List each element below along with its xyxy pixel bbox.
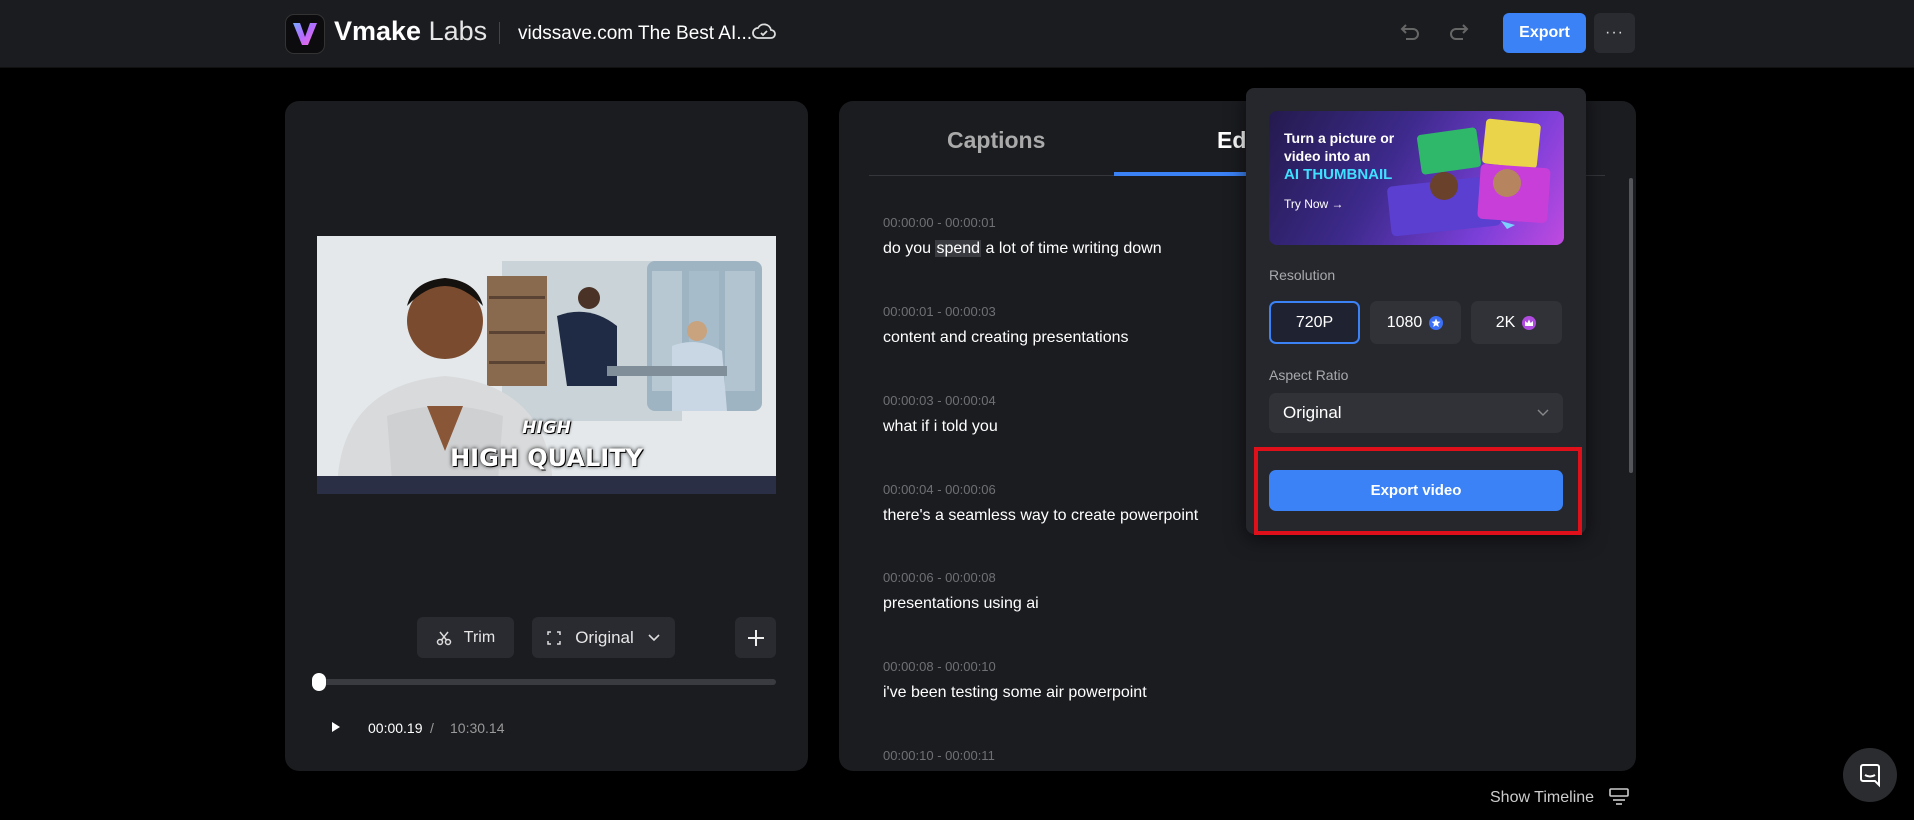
promo-line-3: AI THUMBNAIL bbox=[1284, 166, 1393, 183]
aspect-ratio-select-value: Original bbox=[1283, 403, 1342, 422]
aspect-ratio-label: Original bbox=[575, 627, 634, 647]
project-title[interactable]: vidssave.com The Best AI... bbox=[518, 23, 752, 45]
vmake-logo-icon[interactable] bbox=[285, 14, 325, 54]
caption-text[interactable]: there's a seamless way to create powerpo… bbox=[883, 507, 1198, 525]
caption-item[interactable]: 00:00:10 - 00:00:11 bbox=[883, 748, 995, 763]
aspect-ratio-select[interactable]: Original bbox=[1269, 393, 1563, 433]
resolution-2k-label: 2K bbox=[1495, 313, 1516, 331]
show-timeline-toggle[interactable]: Show Timeline bbox=[1490, 789, 1594, 807]
caption-timestamp: 00:00:00 - 00:00:01 bbox=[883, 215, 996, 230]
timeline-icon[interactable] bbox=[1608, 787, 1630, 812]
video-preview[interactable]: HIGH HIGH QUALITY bbox=[317, 236, 776, 494]
caption-item[interactable]: 00:00:01 - 00:00:03 content and creating… bbox=[883, 304, 1129, 347]
caption-item[interactable]: 00:00:03 - 00:00:04 what if i told you bbox=[883, 393, 998, 436]
try-now-link[interactable]: Try Now → bbox=[1284, 197, 1344, 211]
premium-crown-icon bbox=[1522, 315, 1537, 330]
playback-progress-bar[interactable] bbox=[317, 679, 776, 685]
resolution-option-2k[interactable]: 2K bbox=[1471, 301, 1562, 344]
caption-timestamp: 00:00:06 - 00:00:08 bbox=[883, 570, 996, 585]
promo-line-2: video into an bbox=[1284, 148, 1371, 164]
caption-text[interactable]: content and creating presentations bbox=[883, 329, 1129, 347]
caption-timestamp: 00:00:03 - 00:00:04 bbox=[883, 393, 996, 408]
current-time: 00:00.19 bbox=[368, 720, 423, 736]
aspect-ratio-dropdown[interactable]: Original bbox=[532, 617, 675, 658]
redo-icon[interactable] bbox=[1447, 21, 1471, 48]
caption-item[interactable]: 00:00:00 - 00:00:01 do you spend a lot o… bbox=[883, 215, 1162, 258]
scissors-icon bbox=[436, 631, 452, 645]
resolution-option-1080[interactable]: 1080 bbox=[1370, 301, 1461, 344]
video-caption-big: HIGH QUALITY bbox=[450, 444, 643, 472]
support-chat-button[interactable] bbox=[1843, 748, 1897, 802]
caption-item[interactable]: 00:00:08 - 00:00:10 i've been testing so… bbox=[883, 659, 1147, 702]
header-divider bbox=[499, 22, 500, 44]
total-time: 10:30.14 bbox=[450, 720, 505, 736]
active-tab-indicator bbox=[1114, 172, 1250, 176]
highlight-annotation-box bbox=[1254, 447, 1582, 535]
tab-captions[interactable]: Captions bbox=[947, 127, 1045, 154]
logo-light: Labs bbox=[421, 16, 488, 46]
chevron-down-icon bbox=[1537, 409, 1549, 416]
logo-bold: Vmake bbox=[334, 16, 422, 46]
undo-icon[interactable] bbox=[1398, 21, 1422, 48]
resolution-label: Resolution bbox=[1269, 267, 1336, 283]
promo-line-1: Turn a picture or bbox=[1284, 130, 1395, 146]
play-icon[interactable] bbox=[330, 720, 342, 739]
cloud-sync-icon[interactable] bbox=[752, 21, 776, 48]
caption-timestamp: 00:00:08 - 00:00:10 bbox=[883, 659, 996, 674]
caption-timestamp: 00:00:01 - 00:00:03 bbox=[883, 304, 996, 319]
trim-button[interactable]: Trim bbox=[417, 617, 514, 658]
caption-highlighted-word[interactable]: spend bbox=[935, 240, 982, 257]
resolution-720p-label: 720P bbox=[1295, 313, 1334, 331]
resolution-1080-label: 1080 bbox=[1386, 313, 1423, 331]
caption-text[interactable]: i've been testing some air powerpoint bbox=[883, 684, 1147, 702]
export-button[interactable]: Export bbox=[1503, 13, 1586, 53]
playback-scrubber-handle[interactable] bbox=[312, 673, 326, 691]
premium-star-icon bbox=[1429, 315, 1444, 330]
chat-icon bbox=[1860, 764, 1880, 788]
plus-icon bbox=[747, 629, 764, 646]
ai-thumbnail-promo-banner[interactable]: Turn a picture or video into an AI THUMB… bbox=[1269, 111, 1564, 245]
chevron-down-icon bbox=[648, 633, 660, 641]
crop-frame-icon bbox=[547, 630, 561, 645]
caption-timestamp: 00:00:04 - 00:00:06 bbox=[883, 482, 996, 497]
video-caption-small: HIGH bbox=[522, 418, 571, 438]
caption-text-pre: do you bbox=[883, 240, 936, 257]
caption-text[interactable]: presentations using ai bbox=[883, 595, 1039, 613]
resolution-option-720p[interactable]: 720P bbox=[1269, 301, 1360, 344]
time-separator: / bbox=[430, 720, 434, 736]
caption-text[interactable]: do you spend a lot of time writing down bbox=[883, 240, 1162, 258]
trim-label: Trim bbox=[463, 628, 496, 646]
add-button[interactable] bbox=[735, 617, 776, 658]
caption-item[interactable]: 00:00:04 - 00:00:06 there's a seamless w… bbox=[883, 482, 1198, 525]
more-options-button[interactable]: ··· bbox=[1594, 13, 1635, 53]
logo-wordmark[interactable]: Vmake Labs bbox=[334, 16, 487, 47]
caption-text[interactable]: what if i told you bbox=[883, 418, 998, 436]
caption-item[interactable]: 00:00:06 - 00:00:08 presentations using … bbox=[883, 570, 1039, 613]
caption-text-post: a lot of time writing down bbox=[981, 240, 1162, 257]
captions-scrollbar[interactable] bbox=[1629, 178, 1633, 473]
caption-timestamp: 00:00:10 - 00:00:11 bbox=[883, 748, 995, 763]
aspect-ratio-section-label: Aspect Ratio bbox=[1269, 367, 1349, 383]
